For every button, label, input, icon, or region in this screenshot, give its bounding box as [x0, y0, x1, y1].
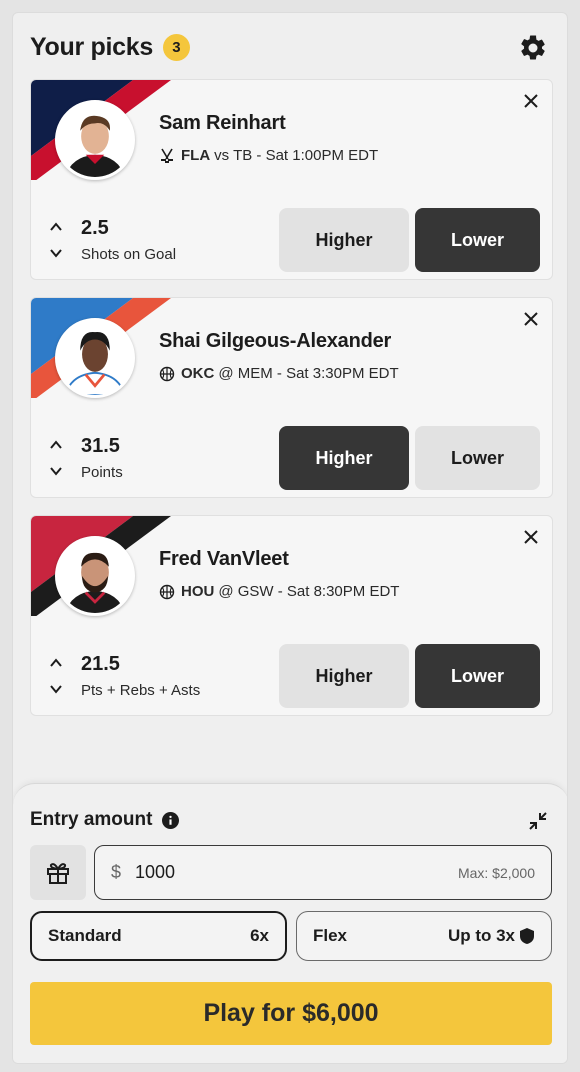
chevron-up-icon[interactable]	[49, 220, 63, 234]
stat-name: Points	[81, 464, 123, 481]
player-avatar	[55, 100, 135, 180]
line-adjust	[49, 438, 63, 478]
player-avatar	[55, 536, 135, 616]
team-abbr: OKC	[181, 365, 215, 382]
player-avatar	[55, 318, 135, 398]
player-name: Fred VanVleet	[159, 548, 289, 570]
gear-icon[interactable]	[518, 33, 548, 63]
lower-button[interactable]: Lower	[415, 426, 540, 490]
game-info: FLA vs TB - Sat 1:00PM EDT	[159, 147, 378, 164]
chevron-up-icon[interactable]	[49, 656, 63, 670]
entry-title: Entry amount	[30, 809, 180, 831]
stat-name: Pts + Rebs + Asts	[81, 682, 201, 699]
mode-multiplier-group: Up to 3x	[448, 926, 535, 946]
page-title: Your picks	[30, 32, 153, 61]
matchup-time: @ GSW - Sat 8:30PM EDT	[218, 583, 400, 600]
chevron-down-icon[interactable]	[49, 246, 63, 260]
close-icon[interactable]	[520, 308, 542, 330]
higher-button[interactable]: Higher	[279, 644, 409, 708]
lower-button[interactable]: Lower	[415, 644, 540, 708]
matchup-time: @ MEM - Sat 3:30PM EDT	[218, 365, 399, 382]
gift-icon	[47, 862, 69, 884]
mode-label: Flex	[313, 926, 348, 945]
mode-multiplier: Up to 3x	[447, 926, 515, 945]
pick-card: Sam Reinhart FLA vs TB - Sat 1:00PM EDT …	[30, 79, 553, 280]
game-info: OKC @ MEM - Sat 3:30PM EDT	[159, 365, 399, 382]
line-value: 21.5	[81, 653, 120, 675]
higher-button[interactable]: Higher	[279, 426, 409, 490]
team-abbr: FLA	[181, 147, 211, 164]
chevron-up-icon[interactable]	[49, 438, 63, 452]
chevron-down-icon[interactable]	[49, 682, 63, 696]
standard-mode-option[interactable]: Standard 6x	[30, 911, 287, 961]
picks-count-badge: 3	[162, 33, 190, 61]
line-adjust	[49, 220, 63, 260]
player-name: Shai Gilgeous-Alexander	[159, 330, 392, 352]
basketball-icon	[159, 366, 175, 381]
picks-panel: Your picks 3 Sam Reinhart FLA vs TB - Sa…	[12, 12, 568, 1064]
line-value: 31.5	[81, 435, 120, 457]
close-icon[interactable]	[520, 90, 542, 112]
entry-amount-value[interactable]: 1000	[135, 862, 458, 883]
matchup-time: vs TB - Sat 1:00PM EDT	[214, 147, 379, 164]
chevron-down-icon[interactable]	[49, 464, 63, 478]
collapse-icon[interactable]	[527, 810, 549, 832]
shield-icon	[520, 928, 534, 944]
entry-section: Entry amount $ 1000 Max: $2,000 Standard…	[13, 783, 567, 1063]
currency-symbol: $	[111, 862, 122, 882]
team-abbr: HOU	[181, 583, 215, 600]
picks-header: Your picks 3	[30, 29, 550, 65]
play-button[interactable]: Play for $6,000	[30, 982, 552, 1045]
close-icon[interactable]	[520, 526, 542, 548]
lower-button[interactable]: Lower	[415, 208, 540, 272]
line-value: 2.5	[81, 217, 109, 239]
flex-mode-option[interactable]: Flex Up to 3x	[296, 911, 552, 961]
pick-card: Fred VanVleet HOU @ GSW - Sat 8:30PM EDT…	[30, 515, 553, 716]
game-info: HOU @ GSW - Sat 8:30PM EDT	[159, 583, 399, 600]
player-name: Sam Reinhart	[159, 112, 286, 134]
stat-name: Shots on Goal	[81, 246, 177, 263]
line-adjust	[49, 656, 63, 696]
mode-label: Standard	[48, 926, 122, 945]
info-icon[interactable]	[162, 811, 180, 829]
entry-max-label: Max: $2,000	[457, 864, 535, 881]
pick-card: Shai Gilgeous-Alexander OKC @ MEM - Sat …	[30, 297, 553, 498]
entry-amount-input[interactable]: $ 1000 Max: $2,000	[94, 845, 552, 900]
promo-gift-button[interactable]	[30, 845, 86, 900]
hockey-sticks-icon	[161, 148, 173, 163]
basketball-icon	[159, 584, 175, 599]
mode-multiplier: 6x	[250, 926, 269, 945]
entry-title-label: Entry amount	[30, 809, 153, 830]
higher-button[interactable]: Higher	[279, 208, 409, 272]
